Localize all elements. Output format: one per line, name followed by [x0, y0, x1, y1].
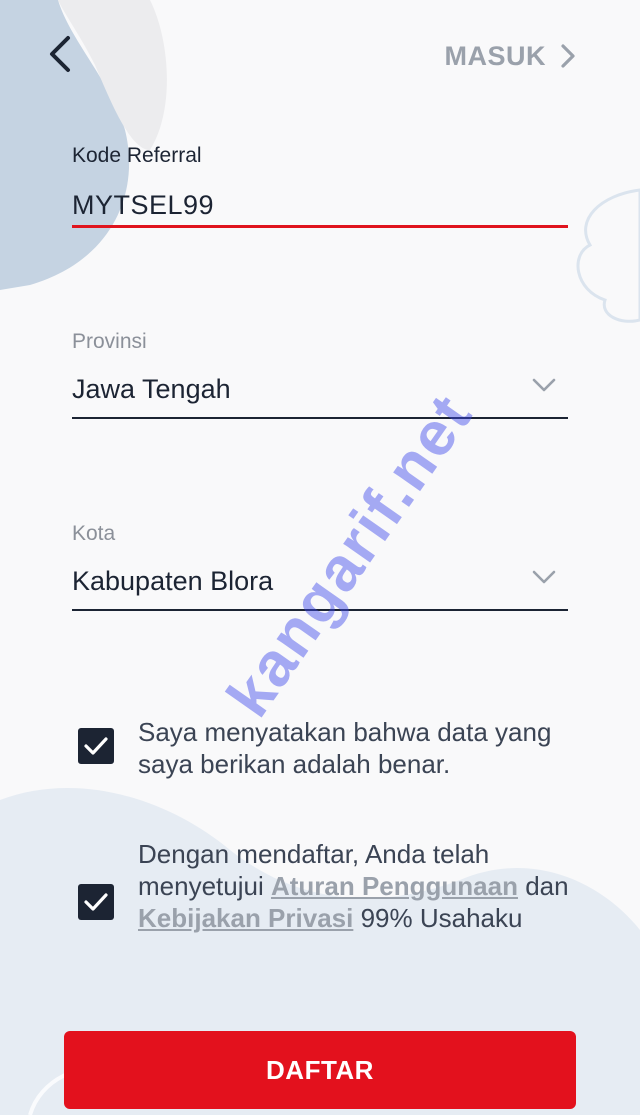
- referral-code-input[interactable]: MYTSEL99: [72, 190, 214, 221]
- register-button[interactable]: DAFTAR: [64, 1031, 576, 1109]
- referral-code-label: Kode Referral: [72, 144, 202, 167]
- login-label: MASUK: [444, 40, 546, 71]
- terms-text-part-2: dan: [517, 871, 569, 901]
- city-value: Kabupaten Blora: [72, 566, 274, 596]
- data-truth-checkbox[interactable]: [78, 728, 114, 764]
- city-underline: [72, 609, 568, 611]
- watermark: kangarif.net: [214, 381, 486, 730]
- terms-of-use-link[interactable]: Aturan Penggunaan: [271, 871, 518, 901]
- city-label: Kota: [72, 522, 116, 545]
- province-label: Provinsi: [72, 330, 147, 353]
- chevron-down-icon: [532, 570, 556, 584]
- privacy-policy-link[interactable]: Kebijakan Privasi: [138, 903, 353, 933]
- data-truth-consent: Saya menyatakan bahwa data yang saya ber…: [78, 716, 551, 779]
- login-link[interactable]: MASUK: [445, 36, 577, 76]
- terms-text: Dengan mendaftar, Anda telah menyetujui …: [138, 838, 578, 934]
- referral-code-field[interactable]: Kode Referral MYTSEL99: [72, 144, 568, 228]
- province-select[interactable]: Provinsi Jawa Tengah: [72, 330, 568, 419]
- city-select[interactable]: Kota Kabupaten Blora: [72, 522, 568, 611]
- data-truth-text: Saya menyatakan bahwa data yang saya ber…: [138, 717, 552, 779]
- back-button[interactable]: [36, 30, 86, 80]
- checkmark-icon: [84, 893, 108, 911]
- province-underline: [72, 417, 568, 419]
- referral-code-underline: [72, 225, 568, 228]
- chevron-left-icon: [50, 36, 70, 72]
- checkmark-icon: [84, 737, 108, 755]
- terms-consent: Dengan mendaftar, Anda telah menyetujui …: [78, 838, 569, 933]
- province-value: Jawa Tengah: [72, 374, 231, 404]
- terms-checkbox[interactable]: [78, 884, 114, 920]
- chevron-down-icon: [532, 378, 556, 392]
- terms-text-part-3: 99% Usahaku: [353, 903, 523, 933]
- chevron-right-icon: [561, 44, 575, 68]
